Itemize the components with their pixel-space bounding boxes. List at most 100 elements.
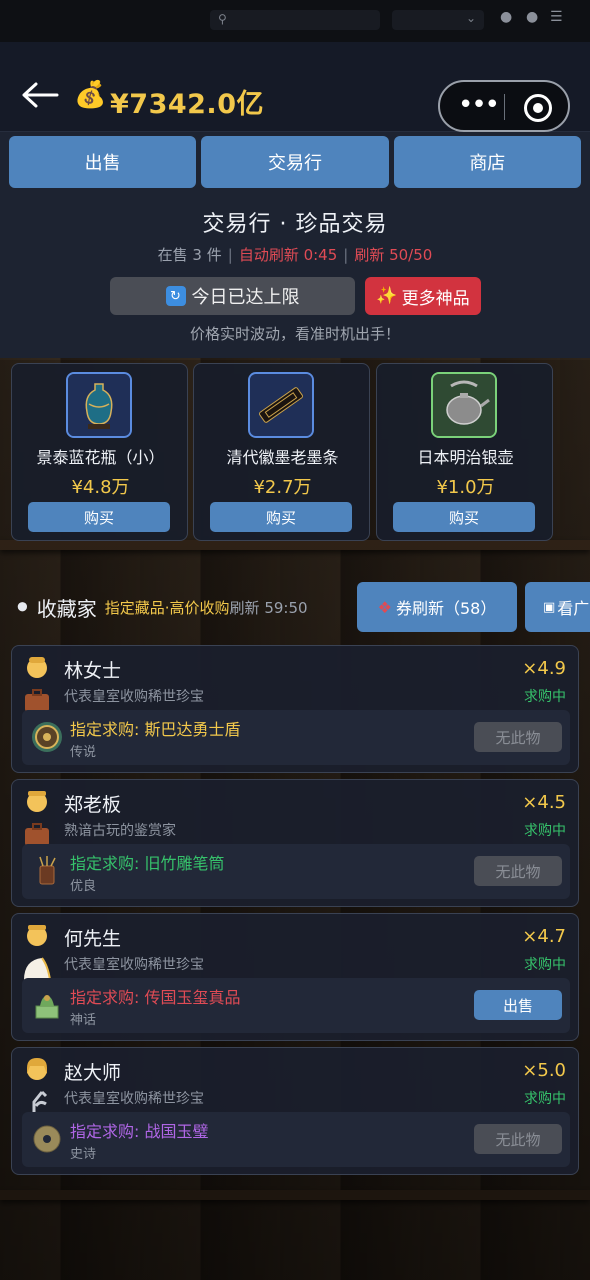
coupon-refresh-button[interactable]: ❖ 券刷新（58） — [357, 582, 517, 632]
woman-briefcase-icon — [25, 657, 49, 712]
collector-card: 赵大师 代表皇室收购稀世珍宝 ×5.0 求购中 指定求购: 战国玉璧 史诗 无此… — [11, 1047, 579, 1175]
tv-icon: ▣ — [543, 599, 556, 615]
balance-amount: ¥7342.0亿 — [110, 89, 264, 120]
strip-select[interactable]: ⌄ — [392, 10, 484, 30]
request-status: 求购中 — [524, 957, 566, 973]
requested-item: 指定求购: 传国玉玺真品 — [70, 988, 241, 1007]
request-row: 指定求购: 传国玉玺真品 神话 出售 — [22, 978, 570, 1033]
search-icon: ⚲ — [218, 12, 227, 26]
collectors-title: 收藏家 — [36, 596, 97, 621]
coupon-refresh-label: 券刷新（58） — [395, 599, 497, 618]
request-status: 求购中 — [524, 689, 566, 705]
strip-search-field[interactable]: ⚲ — [210, 10, 380, 30]
collector-name: 赵大师 — [64, 1062, 122, 1084]
market-meta: 在售 3 件 | 自动刷新 0:45 | 刷新 50/50 — [157, 246, 433, 264]
request-row: 指定求购: 旧竹雕笔筒 优良 无此物 — [22, 844, 570, 899]
market-panel: 出售 交易行 商店 交易行 · 珍品交易 在售 3 件 | 自动刷新 0:45 | 刷新… — [0, 132, 590, 358]
goods-card: 日本明治银壶 ¥1.0万 购买 — [376, 363, 553, 541]
item-rarity: 神话 — [70, 1013, 97, 1028]
buy-button[interactable]: 购买 — [210, 502, 352, 532]
refresh-count: 刷新 50/50 — [354, 246, 433, 264]
collector-desc: 代表皇室收购稀世珍宝 — [64, 689, 204, 705]
collectors-heading: ⚫ 收藏家 指定藏品·高价收购 刷新 59:50 — [14, 590, 308, 624]
tab-sell[interactable]: 出售 — [9, 136, 197, 188]
not-owned-button[interactable]: 无此物 — [474, 856, 562, 886]
collector-card: 林女士 代表皇室收购稀世珍宝 ×4.9 求购中 指定求购: 斯巴达勇士盾 传说 … — [11, 645, 579, 773]
refresh-limit-label: 今日已达上限 — [191, 287, 300, 308]
back-arrow-icon[interactable] — [20, 80, 60, 110]
requested-item: 指定求购: 斯巴达勇士盾 — [70, 720, 241, 739]
tab-bar: 出售 交易行 商店 — [9, 136, 581, 188]
top-header: 💰 ¥7342.0亿 ••• — [0, 42, 590, 132]
price-multiplier: ×4.9 — [522, 658, 566, 679]
request-status: 求购中 — [524, 823, 566, 839]
vase-icon — [66, 372, 132, 438]
request-row: 指定求购: 斯巴达勇士盾 传说 无此物 — [22, 710, 570, 765]
not-owned-button[interactable]: 无此物 — [474, 722, 562, 752]
on-sale-count: 在售 3 件 — [157, 246, 222, 264]
teapot-icon — [431, 372, 497, 438]
collector-name: 林女士 — [64, 660, 122, 682]
shield-icon — [32, 722, 62, 752]
auto-refresh-timer: 自动刷新 0:45 — [238, 246, 338, 264]
browser-strip: ⚲ ⌄ ● ● ☰ — [0, 0, 590, 42]
price-multiplier: ×4.7 — [522, 926, 566, 947]
requested-item: 指定求购: 旧竹雕笔筒 — [70, 854, 225, 873]
goods-price: ¥4.8万 — [71, 477, 130, 498]
ink-stick-icon — [248, 372, 314, 438]
request-status: 求购中 — [524, 1091, 566, 1107]
item-rarity: 史诗 — [70, 1147, 97, 1162]
buy-button[interactable]: 购买 — [393, 502, 535, 532]
more-treasures-label: 更多神品 — [401, 288, 470, 309]
menu-icon[interactable]: ☰ — [550, 9, 563, 25]
user-icon[interactable]: ● — [526, 9, 538, 25]
watch-ad-label: 看广 — [557, 599, 590, 618]
refresh-limit-button[interactable]: ↻ 今日已达上限 — [110, 277, 355, 315]
bell-icon[interactable]: ● — [500, 9, 512, 25]
price-hint: 价格实时波动，看准时机出手！ — [189, 325, 400, 343]
buy-button[interactable]: 购买 — [28, 502, 170, 532]
tab-market[interactable]: 交易行 — [201, 136, 389, 188]
goods-name: 日本明治银壶 — [417, 448, 514, 467]
chevron-down-icon: ⌄ — [465, 11, 476, 25]
goods-name: 清代徽墨老墨条 — [226, 448, 339, 467]
watch-ad-button[interactable]: ▣ 看广 — [525, 582, 590, 632]
collector-desc: 熟谙古玩的鉴赏家 — [64, 823, 176, 839]
jade-disc-icon — [33, 1125, 61, 1153]
more-options-icon[interactable]: ••• — [458, 90, 500, 120]
close-miniprogram-icon[interactable] — [524, 94, 552, 122]
ticket-icon: ❖ — [377, 597, 392, 617]
tab-shop[interactable]: 商店 — [393, 136, 581, 188]
money-bag-icon: 💰 — [74, 80, 107, 110]
miniprogram-capsule: ••• — [438, 80, 570, 132]
goods-name: 景泰蓝花瓶（小） — [36, 448, 165, 467]
page-title: 交易行 · 珍品交易 — [202, 212, 388, 237]
more-treasures-button[interactable]: ✨ 更多神品 — [365, 277, 481, 315]
sparkles-icon: ✨ — [376, 286, 398, 306]
jar-icon: ⚫ — [14, 595, 31, 619]
goods-price: ¥1.0万 — [436, 477, 495, 498]
refresh-icon: ↻ — [165, 286, 186, 306]
requested-item: 指定求购: 战国玉璧 — [70, 1122, 209, 1141]
scientist-icon — [27, 1058, 48, 1116]
request-row: 指定求购: 战国玉璧 史诗 无此物 — [22, 1112, 570, 1167]
collector-desc: 代表皇室收购稀世珍宝 — [64, 1091, 204, 1107]
collectors-timer: 刷新 59:50 — [229, 598, 308, 617]
jade-seal-icon — [35, 995, 59, 1019]
goods-card: 清代徽墨老墨条 ¥2.7万 购买 — [193, 363, 370, 541]
capsule-divider — [504, 94, 505, 120]
goods-price: ¥2.7万 — [253, 477, 312, 498]
goods-card: 景泰蓝花瓶（小） ¥4.8万 购买 — [11, 363, 188, 541]
collectors-subtitle: 指定藏品·高价收购 — [104, 598, 230, 617]
item-rarity: 优良 — [70, 879, 97, 894]
man-briefcase-icon — [25, 791, 49, 846]
man-chef-icon — [24, 925, 51, 981]
price-multiplier: ×5.0 — [522, 1060, 566, 1081]
collector-name: 郑老板 — [64, 794, 122, 816]
price-multiplier: ×4.5 — [522, 792, 566, 813]
sell-button[interactable]: 出售 — [474, 990, 562, 1020]
collector-card: 郑老板 熟谙古玩的鉴赏家 ×4.5 求购中 指定求购: 旧竹雕笔筒 优良 无此物 — [11, 779, 579, 907]
collector-name: 何先生 — [64, 928, 122, 950]
not-owned-button[interactable]: 无此物 — [474, 1124, 562, 1154]
item-rarity: 传说 — [70, 745, 97, 760]
